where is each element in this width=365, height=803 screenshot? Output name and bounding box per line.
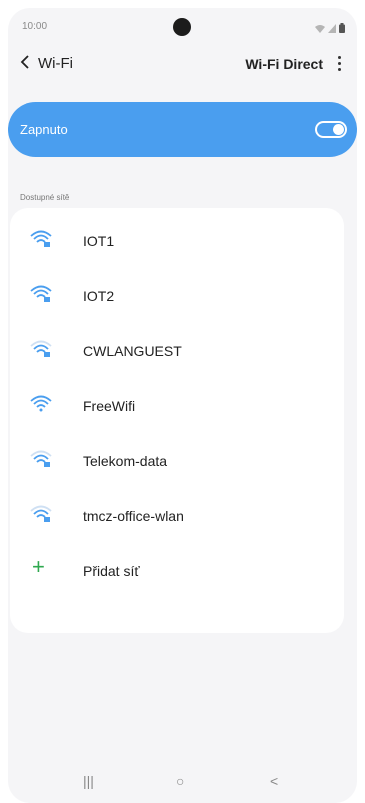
network-row-freewifi[interactable]: FreeWifi [10, 380, 344, 435]
wifi-lock-icon [30, 340, 52, 358]
battery-icon [339, 20, 345, 38]
network-name: IOT1 [83, 233, 115, 249]
wifi-direct-button[interactable]: Wi-Fi Direct [245, 56, 323, 72]
network-row-iot2[interactable]: IOT2 [10, 270, 344, 325]
plus-icon: + [32, 554, 45, 579]
add-network-label: Přidat síť [83, 563, 140, 579]
network-row-telekom-data[interactable]: Telekom-data [10, 435, 344, 490]
recents-button[interactable]: ||| [83, 773, 94, 789]
wifi-lock-icon [30, 450, 52, 468]
add-network-button[interactable]: + Přidat síť [10, 545, 344, 600]
back-button[interactable]: Wi-Fi [20, 54, 73, 72]
wifi-lock-icon [30, 285, 52, 303]
chevron-left-icon [20, 54, 30, 72]
network-list: IOT1 IOT2 CWLANGUEST FreeWifi Telekom-da [10, 208, 344, 633]
toggle-label: Zapnuto [20, 122, 68, 137]
home-button[interactable]: ○ [176, 773, 184, 789]
network-row-cwlanguest[interactable]: CWLANGUEST [10, 325, 344, 380]
network-name: IOT2 [83, 288, 115, 304]
wifi-lock-icon [30, 505, 52, 523]
wifi-icon [30, 395, 52, 413]
signal-icon [328, 20, 336, 38]
status-time: 10:00 [22, 21, 48, 32]
wifi-toggle-row[interactable]: Zapnuto [8, 102, 357, 157]
status-icons [315, 20, 345, 38]
switch-knob [333, 124, 344, 135]
wifi-status-icon [315, 20, 325, 38]
phone-screen: 10:00 Wi-Fi Wi-Fi Direct Zapnuto Dostupn… [8, 8, 357, 803]
network-name: Telekom-data [83, 453, 168, 469]
network-row-iot1[interactable]: IOT1 [10, 215, 344, 270]
camera-cutout [173, 18, 191, 36]
network-row-tmcz-office-wlan[interactable]: tmcz-office-wlan [10, 490, 344, 545]
app-header: Wi-Fi Wi-Fi Direct [8, 52, 357, 82]
more-vertical-icon[interactable] [331, 52, 347, 74]
section-header: Dostupné sítě [20, 193, 70, 202]
network-name: FreeWifi [83, 398, 136, 414]
wifi-lock-icon [30, 230, 52, 248]
page-title: Wi-Fi [38, 54, 73, 72]
status-bar: 10:00 [8, 8, 357, 44]
wifi-switch[interactable] [315, 121, 347, 138]
network-name: tmcz-office-wlan [83, 508, 184, 524]
network-name: CWLANGUEST [83, 343, 182, 359]
navigation-bar: ||| ○ < [8, 763, 357, 803]
nav-back-button[interactable]: < [270, 773, 278, 789]
